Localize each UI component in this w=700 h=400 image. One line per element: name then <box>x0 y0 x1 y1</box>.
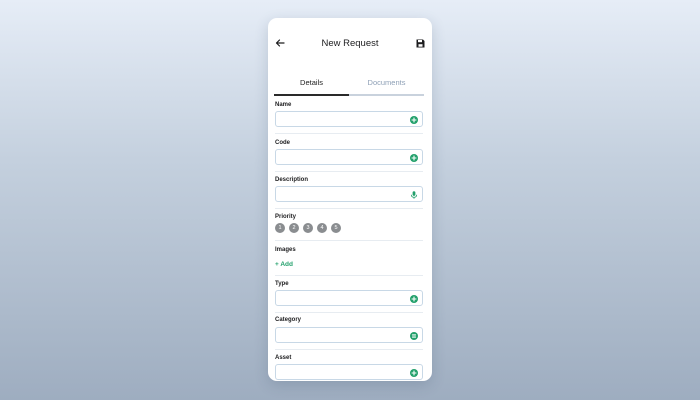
asset-field[interactable] <box>275 364 423 380</box>
divider <box>275 349 423 350</box>
priority-option-3[interactable]: 3 <box>303 223 313 233</box>
priority-label: Priority <box>275 214 297 220</box>
divider <box>275 208 423 209</box>
priority-option-5[interactable]: 5 <box>331 223 341 233</box>
code-label: Code <box>275 140 290 146</box>
plus-circle-icon[interactable] <box>410 294 418 303</box>
description-label: Description <box>275 177 309 183</box>
divider <box>275 171 423 172</box>
microphone-icon[interactable] <box>410 190 418 199</box>
active-tab-indicator <box>274 94 349 96</box>
floppy-disk-icon[interactable] <box>416 39 425 48</box>
asset-label: Asset <box>275 355 292 361</box>
category-label: Category <box>275 317 302 323</box>
name-field[interactable] <box>275 111 423 127</box>
app-header: New Request <box>268 18 432 70</box>
divider <box>275 133 423 134</box>
plus-circle-icon[interactable] <box>410 153 418 162</box>
phone-screen: New Request Details Documents Name Code … <box>268 18 432 381</box>
page-title: New Request <box>321 38 379 49</box>
category-field[interactable] <box>275 327 423 343</box>
tab-bar: Details Documents <box>274 75 424 96</box>
plus-circle-icon[interactable] <box>410 115 418 124</box>
description-field[interactable] <box>275 186 423 202</box>
priority-option-1[interactable]: 1 <box>275 223 285 233</box>
list-circle-icon[interactable] <box>410 331 418 340</box>
add-image-link[interactable]: + Add <box>275 261 293 268</box>
priority-option-4[interactable]: 4 <box>317 223 327 233</box>
priority-option-2[interactable]: 2 <box>289 223 299 233</box>
images-label: Images <box>275 247 296 253</box>
type-field[interactable] <box>275 290 423 306</box>
tab-details[interactable]: Details <box>274 75 349 91</box>
code-field[interactable] <box>275 149 423 165</box>
divider <box>275 275 423 276</box>
divider <box>275 240 423 241</box>
type-label: Type <box>275 281 289 287</box>
plus-circle-icon[interactable] <box>410 368 418 377</box>
name-label: Name <box>275 102 292 108</box>
tab-documents[interactable]: Documents <box>349 75 424 91</box>
divider <box>275 312 423 313</box>
